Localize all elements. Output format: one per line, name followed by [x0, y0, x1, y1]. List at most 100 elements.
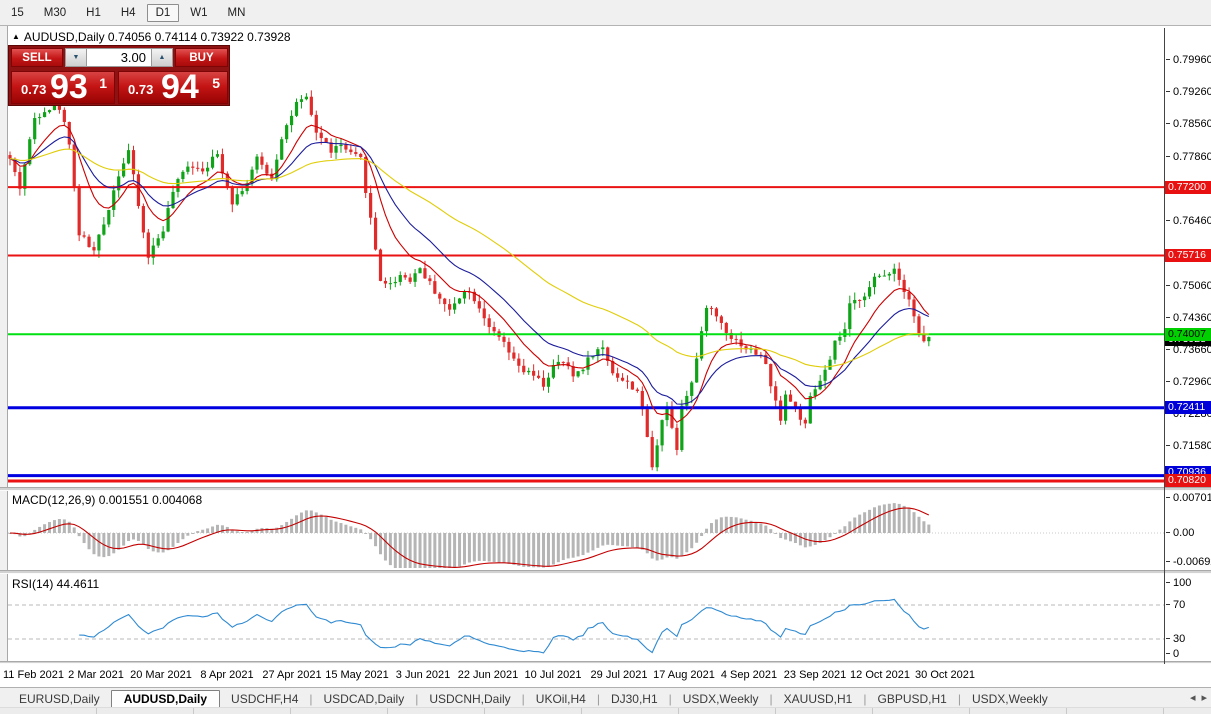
buy-price-pip-digit: 5: [212, 75, 220, 91]
candle-body: [660, 420, 664, 446]
macd-histogram-bar: [161, 533, 165, 553]
macd-histogram-bar: [665, 533, 669, 558]
candle-body: [255, 156, 259, 170]
candle-body: [541, 377, 546, 387]
volume-decrease-button[interactable]: ▼: [65, 48, 87, 67]
timeframe-button-w1[interactable]: W1: [181, 4, 216, 22]
candle-body: [393, 281, 397, 284]
tab-scroll-right-icon[interactable]: ▸: [1201, 691, 1207, 704]
tab-usdchf-h4[interactable]: USDCHF,H4: [220, 690, 309, 708]
candle-body: [882, 275, 886, 277]
timeframe-button-h1[interactable]: H1: [77, 4, 110, 22]
date-axis-label: 2 Mar 2021: [68, 669, 124, 681]
tab-dj30-h1[interactable]: DJ30,H1: [600, 690, 669, 708]
price-axis-tick: 0.78560: [1166, 118, 1211, 130]
macd-histogram-bar: [324, 516, 328, 533]
candle-body: [102, 224, 106, 235]
macd-histogram-bar: [546, 533, 550, 567]
candle-body: [285, 125, 289, 140]
macd-histogram-bar: [532, 533, 536, 568]
candle-body: [561, 361, 565, 363]
macd-histogram-bar: [922, 521, 926, 533]
candle-body: [186, 166, 190, 172]
candle-body: [838, 336, 842, 341]
timeframe-button-h4[interactable]: H4: [112, 4, 145, 22]
buy-button[interactable]: BUY: [175, 48, 228, 67]
macd-histogram-bar: [907, 508, 911, 533]
volume-increase-button[interactable]: ▲: [151, 48, 173, 67]
timeframe-button-d1[interactable]: D1: [146, 3, 180, 22]
tab-usdcad-daily[interactable]: USDCAD,Daily: [313, 690, 416, 708]
macd-histogram-bar: [166, 533, 170, 551]
panel-separator[interactable]: [0, 570, 1211, 574]
tab-usdx-weekly[interactable]: USDX,Weekly: [672, 690, 770, 708]
candle-body: [887, 273, 891, 276]
panel-separator[interactable]: [0, 487, 1211, 491]
volume-input[interactable]: [87, 48, 151, 67]
macd-histogram-bar: [92, 533, 96, 555]
candle-body: [714, 308, 719, 317]
candle-body: [92, 247, 96, 251]
macd-histogram-bar: [309, 510, 313, 533]
price-axis-line: [1164, 28, 1165, 664]
candle-body: [443, 298, 447, 305]
candle-body: [917, 316, 921, 334]
trading-platform-window: 15 M30 H1 H4 D1 W1 MN ▲ AUDUSD,Daily 0.74056 0.…: [0, 0, 1211, 714]
rsi-indicator-chart[interactable]: [8, 574, 1164, 660]
macd-histogram-bar: [423, 533, 427, 568]
moving-average-line: [9, 124, 930, 424]
macd-histogram-bar: [695, 533, 699, 543]
tab-audusd-daily[interactable]: AUDUSD,Daily: [110, 689, 221, 708]
date-axis-label: 8 Apr 2021: [200, 669, 254, 681]
sell-price-button[interactable]: 0.73 93 1: [11, 68, 115, 106]
macd-histogram-bar: [127, 533, 131, 542]
macd-histogram-bar: [714, 519, 718, 533]
tab-eurusd-daily[interactable]: EURUSD,Daily: [8, 690, 111, 708]
collapse-arrow-icon[interactable]: ▲: [12, 32, 20, 41]
price-axis-tick: 0.76460: [1166, 215, 1211, 227]
macd-histogram-bar: [586, 533, 590, 553]
timeframe-button-15[interactable]: 15: [2, 4, 33, 22]
macd-histogram-bar: [349, 526, 353, 533]
macd-histogram-bar: [517, 533, 521, 566]
macd-histogram-bar: [171, 533, 175, 547]
macd-histogram-bar: [798, 533, 802, 546]
candle-body: [369, 192, 373, 218]
tab-gbpusd-h1[interactable]: GBPUSD,H1: [866, 690, 957, 708]
candle-body: [482, 308, 486, 319]
candle-body: [512, 352, 516, 359]
candle-body: [863, 296, 867, 301]
candle-body: [206, 167, 210, 172]
macd-histogram-bar: [408, 533, 412, 568]
macd-histogram-bar: [220, 525, 224, 533]
macd-histogram-bar: [132, 533, 135, 540]
candle-body: [457, 298, 462, 304]
macd-histogram-bar: [186, 533, 190, 536]
macd-histogram-bar: [191, 533, 195, 534]
macd-histogram-bar: [82, 533, 86, 544]
tab-usdx-weekly[interactable]: USDX,Weekly: [961, 690, 1059, 708]
tab-scroll-left-icon[interactable]: ◂: [1190, 691, 1196, 704]
buy-price-big-digits: 94: [161, 68, 199, 106]
tab-usdcnh-daily[interactable]: USDCNH,Daily: [418, 690, 521, 708]
macd-histogram-bar: [112, 533, 116, 554]
macd-histogram-bar: [754, 522, 758, 533]
macd-histogram-bar: [240, 532, 244, 534]
candle-body: [546, 377, 551, 387]
timeframe-button-mn[interactable]: MN: [219, 4, 255, 22]
date-axis-label: 17 Aug 2021: [653, 669, 715, 681]
timeframe-button-m30[interactable]: M30: [35, 4, 75, 22]
tab-xauusd-h1[interactable]: XAUUSD,H1: [773, 690, 864, 708]
candle-body: [388, 283, 392, 285]
candle-body: [235, 194, 239, 205]
candle-body: [304, 96, 308, 100]
sell-button[interactable]: SELL: [11, 48, 63, 67]
candle-body: [344, 144, 348, 150]
tab-ukoil-h4[interactable]: UKOil,H4: [525, 690, 597, 708]
macd-histogram-bar: [927, 524, 931, 533]
macd-histogram-bar: [443, 533, 447, 568]
volume-spinner: ▼ ▲: [65, 48, 173, 67]
candle-body: [131, 150, 136, 175]
buy-price-button[interactable]: 0.73 94 5: [118, 68, 228, 106]
macd-histogram-bar: [606, 533, 610, 545]
